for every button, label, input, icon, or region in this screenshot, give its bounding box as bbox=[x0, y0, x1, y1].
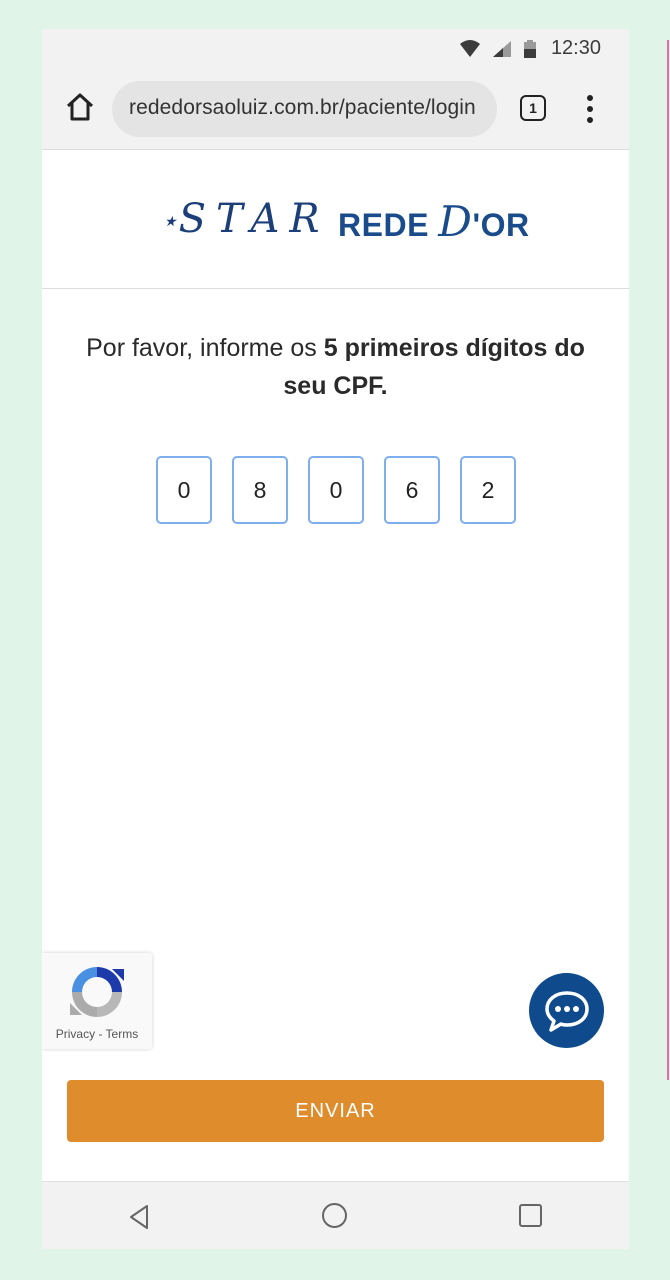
wifi-icon bbox=[459, 39, 480, 57]
home-icon bbox=[66, 93, 94, 121]
cpf-digit-input[interactable]: 0 bbox=[156, 456, 212, 524]
cpf-digit-input[interactable]: 2 bbox=[460, 456, 516, 524]
tab-switcher-button[interactable]: 1 bbox=[520, 95, 546, 121]
recaptcha-links: Privacy - Terms bbox=[55, 1027, 139, 1041]
android-nav-bar bbox=[42, 1181, 629, 1249]
prompt-text-bold: 5 primeiros dígitos do seu CPF. bbox=[283, 334, 585, 400]
rede-logo-prefix: REDE bbox=[338, 207, 439, 243]
phone-screen: 12:30 rededorsaoluiz.com.br/paciente/log… bbox=[42, 29, 629, 1249]
star-icon: ★ bbox=[164, 214, 177, 230]
menu-dot-icon bbox=[587, 106, 593, 112]
menu-dot-icon bbox=[587, 117, 593, 123]
rede-logo-d: D bbox=[438, 197, 473, 246]
star-logo: ★STAR bbox=[164, 196, 329, 242]
star-logo-text: STAR bbox=[178, 196, 330, 242]
status-time: 12:30 bbox=[550, 37, 601, 59]
rede-dor-logo: REDE D'OR bbox=[338, 197, 530, 246]
status-bar: 12:30 bbox=[42, 29, 629, 69]
page-edge-accent bbox=[667, 40, 669, 1080]
browser-menu-button[interactable] bbox=[580, 93, 600, 125]
recent-apps-icon[interactable] bbox=[519, 1204, 542, 1227]
url-text: rededorsaoluiz.com.br/paciente/login bbox=[129, 96, 476, 119]
rede-logo-suffix: 'OR bbox=[472, 207, 530, 243]
nav-home-icon[interactable] bbox=[322, 1203, 347, 1228]
back-icon[interactable] bbox=[128, 1204, 150, 1230]
menu-dot-icon bbox=[587, 95, 593, 101]
cpf-digit-input[interactable]: 0 bbox=[308, 456, 364, 524]
browser-toolbar: rededorsaoluiz.com.br/paciente/login 1 bbox=[42, 69, 629, 150]
cpf-digit-input[interactable]: 8 bbox=[232, 456, 288, 524]
url-field[interactable]: rededorsaoluiz.com.br/paciente/login bbox=[112, 81, 497, 137]
prompt-text: Por favor, informe os bbox=[86, 334, 324, 362]
recaptcha-icon bbox=[70, 967, 124, 1017]
submit-button[interactable]: ENVIAR bbox=[67, 1080, 604, 1142]
cpf-prompt: Por favor, informe os 5 primeiros dígito… bbox=[62, 329, 609, 405]
home-button[interactable] bbox=[62, 89, 98, 125]
chat-button[interactable] bbox=[529, 973, 604, 1048]
cpf-digit-input[interactable]: 6 bbox=[384, 456, 440, 524]
recaptcha-badge[interactable]: Privacy - Terms bbox=[42, 953, 152, 1049]
signal-icon bbox=[492, 40, 511, 57]
battery-icon bbox=[523, 39, 536, 58]
chat-bubble-icon bbox=[544, 990, 589, 1032]
page-header: ★STAR REDE D'OR bbox=[42, 151, 629, 289]
status-icons: 12:30 bbox=[459, 37, 601, 60]
cpf-digit-inputs: 0 8 0 6 2 bbox=[156, 456, 516, 524]
